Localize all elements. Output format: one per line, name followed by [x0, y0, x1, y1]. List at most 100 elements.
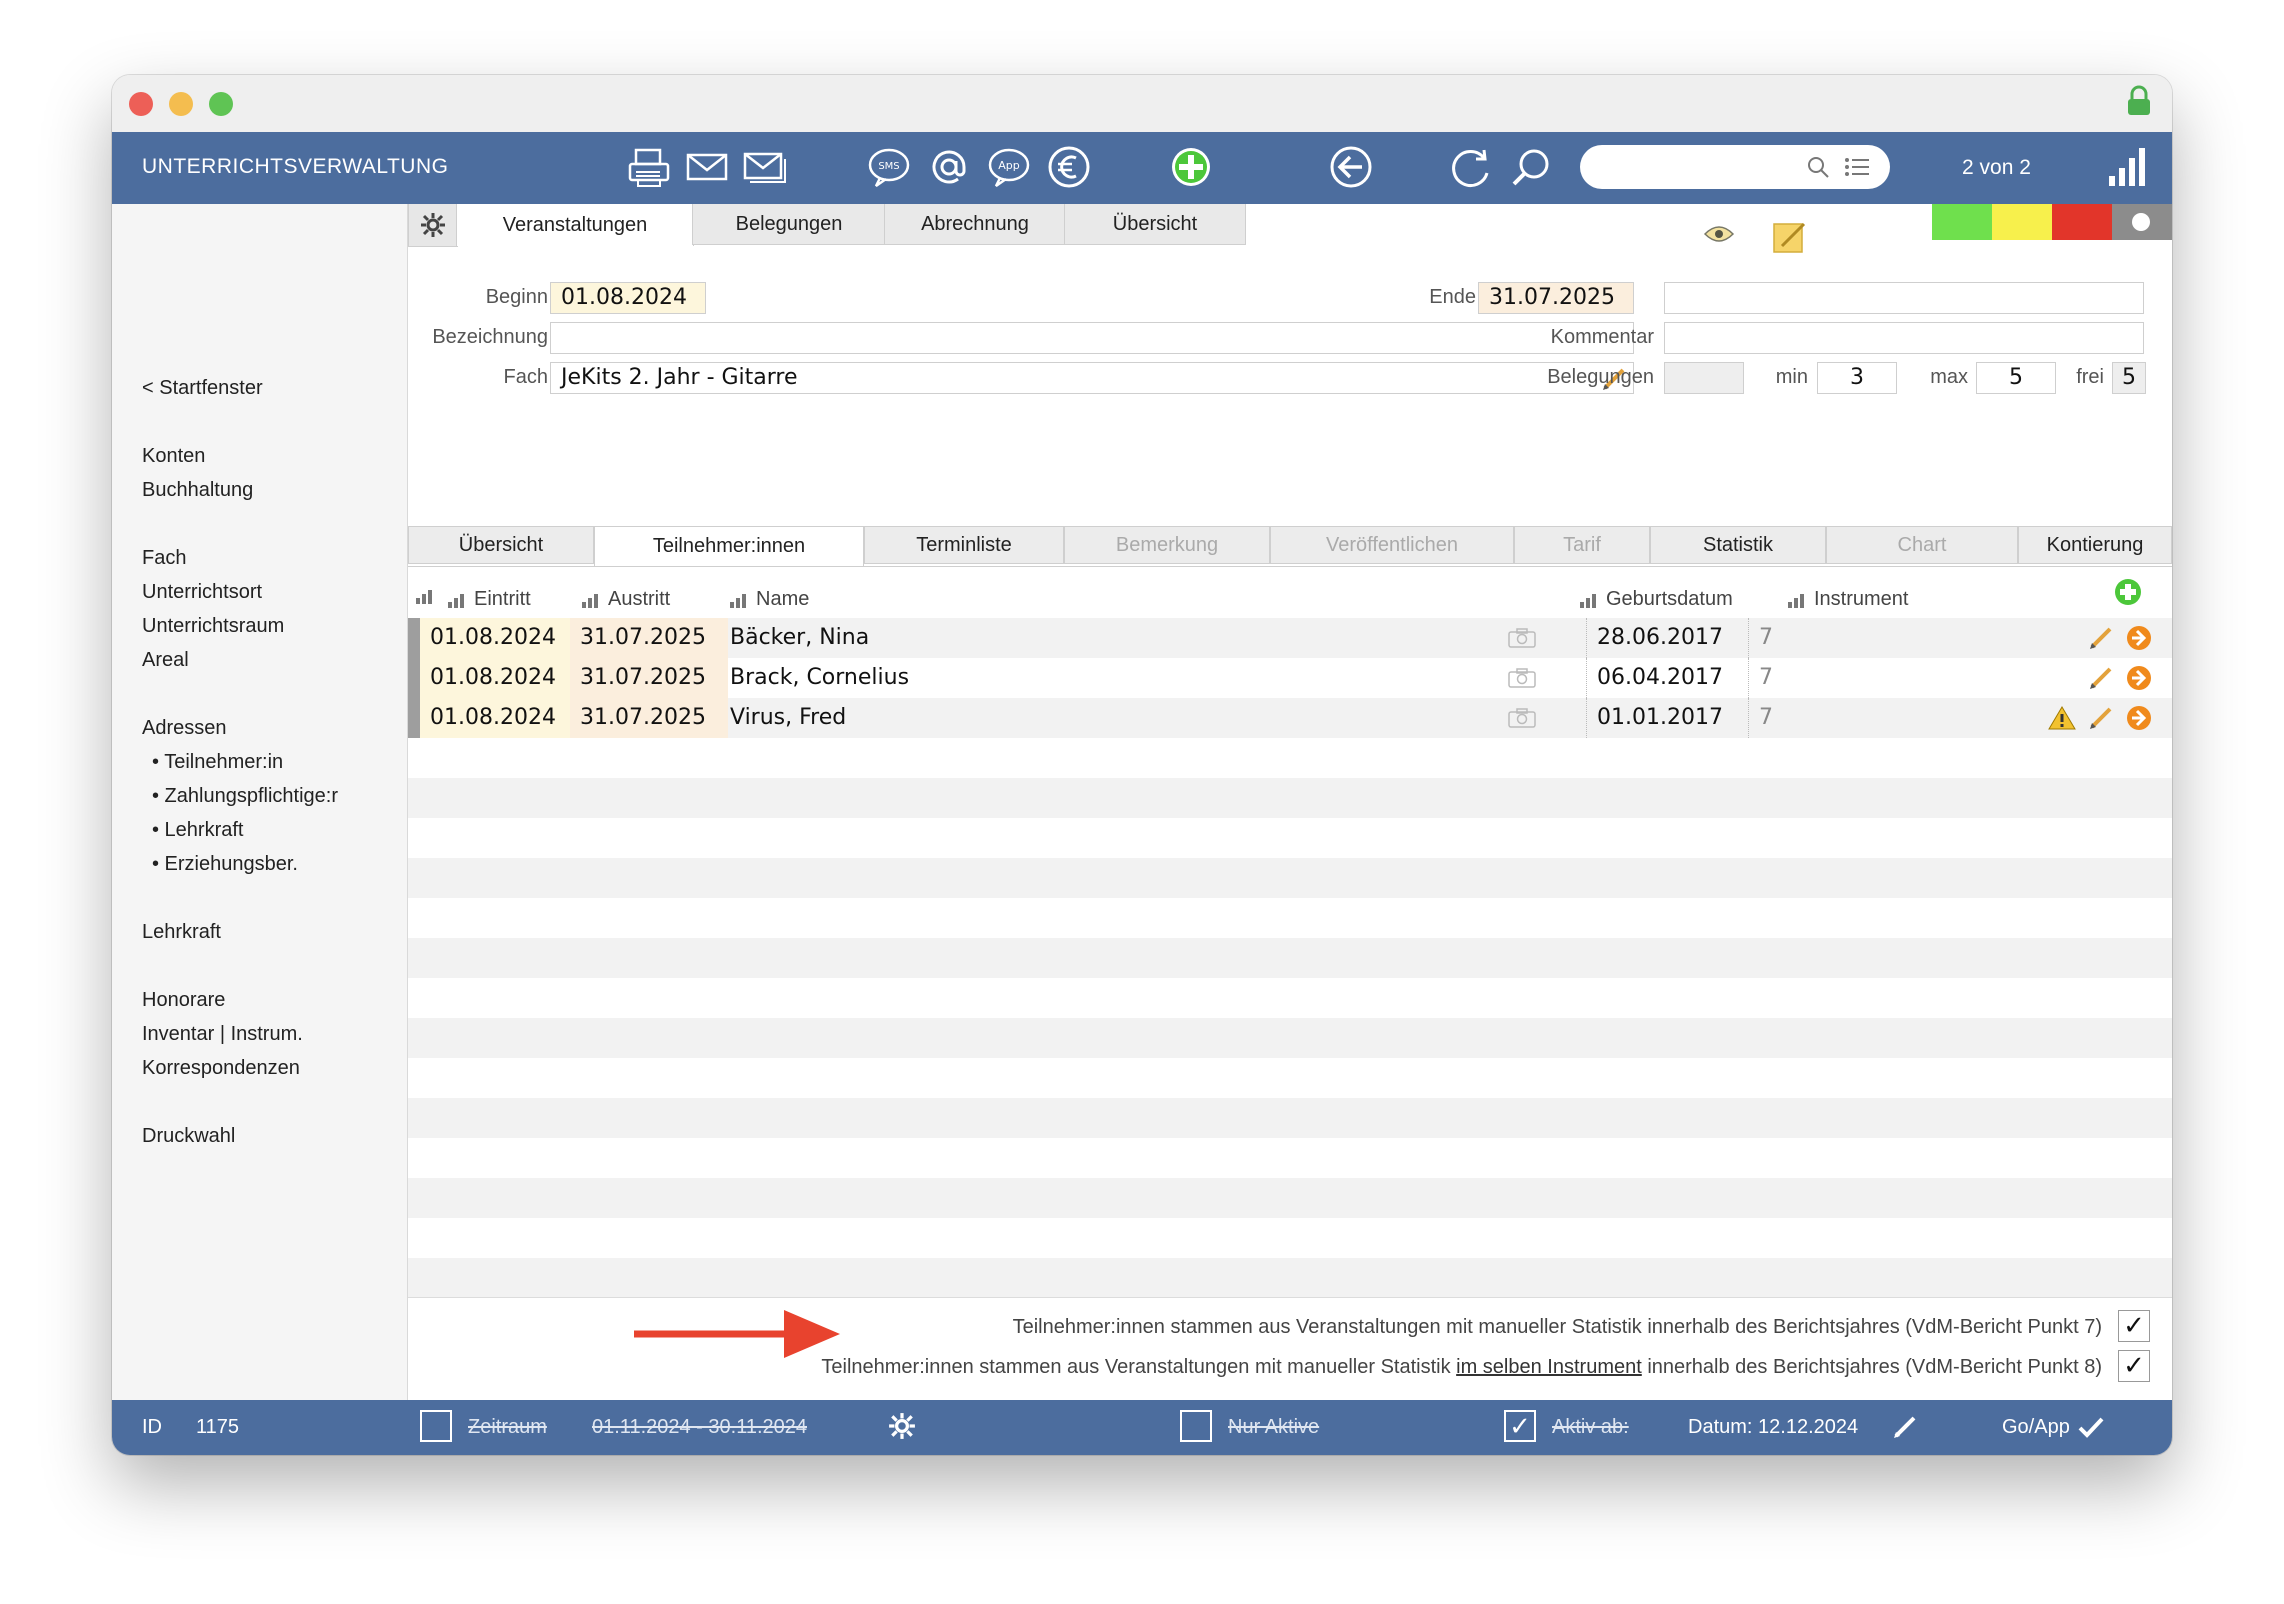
tab-belegungen[interactable]: Belegungen: [692, 204, 886, 245]
search-input[interactable]: [1580, 145, 1890, 189]
warning-icon[interactable]: [2048, 705, 2076, 731]
column-geburtsdatum[interactable]: Geburtsdatum: [1580, 588, 1733, 611]
sidebar-item-zahlungspflichtige[interactable]: • Zahlungspflichtige:r: [152, 785, 338, 808]
cell-austritt[interactable]: 31.07.2025: [570, 698, 728, 738]
go-arrow-icon[interactable]: [2126, 625, 2152, 651]
nur-aktive-checkbox[interactable]: [1180, 1410, 1212, 1442]
max-field[interactable]: 5: [1976, 362, 2056, 394]
kurs-nr-field[interactable]: [1664, 282, 2144, 314]
vdm-punkt-7-checkbox[interactable]: ✓: [2118, 1310, 2150, 1342]
camera-icon[interactable]: [1508, 708, 1536, 728]
sidebar-item-korrespondenzen[interactable]: Korrespondenzen: [142, 1057, 300, 1080]
list-icon[interactable]: [1844, 156, 1870, 178]
mail-stack-icon[interactable]: [740, 142, 790, 192]
search-icon[interactable]: [1506, 142, 1556, 192]
cell-instrument[interactable]: 7: [1748, 658, 1773, 698]
camera-icon[interactable]: [1508, 628, 1536, 648]
signal-bars-icon[interactable]: [2109, 146, 2147, 186]
sidebar-item-buchhaltung[interactable]: Buchhaltung: [142, 479, 253, 502]
tab-uebersicht-top[interactable]: Übersicht: [1064, 204, 1246, 245]
tab-abrechnung[interactable]: Abrechnung: [884, 204, 1066, 245]
sidebar-item-lehrkraft-sub[interactable]: • Lehrkraft: [152, 819, 243, 842]
subtab-terminliste[interactable]: Terminliste: [864, 526, 1064, 564]
cell-name[interactable]: Virus, Fred: [730, 698, 846, 738]
zeitraum-range[interactable]: 01.11.2024 - 30.11.2024: [592, 1416, 807, 1439]
sidebar-item-unterrichtsort[interactable]: Unterrichtsort: [142, 581, 262, 604]
sidebar-item-teilnehmer[interactable]: • Teilnehmer:in: [152, 751, 283, 774]
table-row[interactable]: 01.08.2024 31.07.2025 Virus, Fred 01.01.201…: [408, 698, 2172, 738]
zeitraum-gear-icon[interactable]: [888, 1412, 916, 1440]
cell-austritt[interactable]: 31.07.2025: [570, 618, 728, 658]
sidebar-item-inventar[interactable]: Inventar | Instrum.: [142, 1023, 303, 1046]
sidebar-item-druckwahl[interactable]: Druckwahl: [142, 1125, 235, 1148]
camera-icon[interactable]: [1508, 668, 1536, 688]
pencil-icon[interactable]: [2088, 705, 2114, 731]
subtab-übersicht[interactable]: Übersicht: [408, 526, 594, 564]
column-name[interactable]: Name: [730, 588, 809, 611]
subtab-statistik[interactable]: Statistik: [1650, 526, 1826, 564]
cell-instrument[interactable]: 7: [1748, 618, 1773, 658]
sidebar-item-areal[interactable]: Areal: [142, 649, 189, 672]
status-yellow[interactable]: [1992, 204, 2052, 240]
mail-icon[interactable]: [682, 142, 732, 192]
minimize-window-button[interactable]: [169, 92, 193, 116]
sidebar-item-adressen[interactable]: Adressen: [142, 717, 227, 740]
table-row[interactable]: 01.08.2024 31.07.2025 Bäcker, Nina 28.06.20…: [408, 618, 2172, 658]
vdm-punkt-8-checkbox[interactable]: ✓: [2118, 1350, 2150, 1382]
cell-eintritt[interactable]: 01.08.2024: [420, 618, 578, 658]
date-pencil-icon[interactable]: [1892, 1414, 1918, 1440]
cell-geburtsdatum[interactable]: 01.01.2017: [1586, 698, 1723, 738]
go-app-button[interactable]: Go/App: [2002, 1416, 2070, 1439]
min-field[interactable]: 3: [1817, 362, 1897, 394]
pencil-icon[interactable]: [2088, 665, 2114, 691]
go-arrow-icon[interactable]: [2126, 665, 2152, 691]
zoom-window-button[interactable]: [209, 92, 233, 116]
cell-geburtsdatum[interactable]: 28.06.2017: [1586, 618, 1723, 658]
table-row[interactable]: 01.08.2024 31.07.2025 Brack, Cornelius 06.0…: [408, 658, 2172, 698]
sort-all-icon[interactable]: [416, 588, 436, 604]
back-arrow-icon[interactable]: [1326, 142, 1376, 192]
app-icon[interactable]: App: [984, 142, 1034, 192]
aktiv-ab-checkbox[interactable]: ✓: [1504, 1410, 1536, 1442]
cell-name[interactable]: Bäcker, Nina: [730, 618, 869, 658]
lock-icon[interactable]: [2124, 85, 2154, 117]
add-icon[interactable]: [1166, 142, 1216, 192]
sidebar-item-fach[interactable]: Fach: [142, 547, 186, 570]
cell-eintritt[interactable]: 01.08.2024: [420, 698, 578, 738]
subtab-kontierung[interactable]: Kontierung: [2018, 526, 2172, 564]
status-toggle[interactable]: [2112, 204, 2172, 240]
close-window-button[interactable]: [129, 92, 153, 116]
note-same-instrument-link[interactable]: im selben Instrument: [1456, 1356, 1642, 1378]
sidebar-item-honorare[interactable]: Honorare: [142, 989, 225, 1012]
column-instrument[interactable]: Instrument: [1788, 588, 1908, 611]
notepad-icon[interactable]: [1772, 220, 1808, 256]
eye-icon[interactable]: [1704, 224, 1734, 244]
printer-icon[interactable]: [624, 142, 674, 192]
column-austritt[interactable]: Austritt: [582, 588, 670, 611]
at-icon[interactable]: [924, 142, 974, 192]
tab-veranstaltungen[interactable]: Veranstaltungen: [456, 204, 694, 246]
sidebar-item-erziehungsber[interactable]: • Erziehungsber.: [152, 853, 298, 876]
status-red[interactable]: [2052, 204, 2112, 240]
beginn-field[interactable]: 01.08.2024: [550, 282, 706, 314]
fach-field[interactable]: JeKits 2. Jahr - Gitarre: [550, 362, 1634, 394]
sidebar-item-unterrichtsraum[interactable]: Unterrichtsraum: [142, 615, 284, 638]
cell-eintritt[interactable]: 01.08.2024: [420, 658, 578, 698]
zeitraum-checkbox[interactable]: [420, 1410, 452, 1442]
bezeichnung-field[interactable]: [550, 322, 1634, 354]
sidebar-item-lehrkraft[interactable]: Lehrkraft: [142, 921, 221, 944]
sidebar-item-konten[interactable]: Konten: [142, 445, 205, 468]
sms-icon[interactable]: SMS: [864, 142, 914, 192]
cell-geburtsdatum[interactable]: 06.04.2017: [1586, 658, 1723, 698]
euro-icon[interactable]: [1044, 142, 1094, 192]
refresh-icon[interactable]: [1446, 142, 1496, 192]
kommentar-field[interactable]: [1664, 322, 2144, 354]
sidebar-back-link[interactable]: < Startfenster: [142, 377, 263, 400]
cell-name[interactable]: Brack, Cornelius: [730, 658, 909, 698]
cell-austritt[interactable]: 31.07.2025: [570, 658, 728, 698]
settings-gear-button[interactable]: [408, 204, 458, 247]
subtab-teilnehmer-innen[interactable]: Teilnehmer:innen: [594, 526, 864, 566]
status-green[interactable]: [1932, 204, 1992, 240]
column-eintritt[interactable]: Eintritt: [448, 588, 531, 611]
go-arrow-icon[interactable]: [2126, 705, 2152, 731]
